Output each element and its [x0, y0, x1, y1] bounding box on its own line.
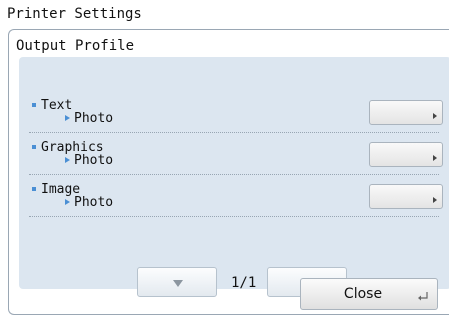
triangle-right-icon: [433, 197, 437, 203]
arrow-right-icon: [65, 157, 70, 163]
setting-value: Photo: [74, 153, 114, 168]
close-button[interactable]: Close: [300, 278, 438, 310]
triangle-right-icon: [433, 113, 437, 119]
text-setting-button[interactable]: [369, 100, 443, 125]
page-indicator: 1/1: [231, 275, 257, 291]
triangle-right-icon: [433, 155, 437, 161]
settings-list: Text Photo Graphics Photo Image Photo 1/…: [19, 57, 449, 297]
bullet-icon: [32, 145, 36, 149]
arrow-right-icon: [65, 199, 70, 205]
setting-row-graphics: Graphics Photo: [19, 139, 449, 181]
triangle-down-icon: [173, 280, 183, 287]
bullet-icon: [32, 103, 36, 107]
image-setting-button[interactable]: [369, 184, 443, 209]
panel-title: Output Profile: [16, 38, 135, 54]
graphics-setting-button[interactable]: [369, 142, 443, 167]
output-profile-panel: Output Profile Text Photo Graphics Photo: [8, 29, 449, 315]
row-divider: [29, 174, 439, 175]
setting-row-image: Image Photo: [19, 181, 449, 223]
bullet-icon: [32, 187, 36, 191]
row-divider: [29, 216, 439, 217]
setting-row-text: Text Photo: [19, 97, 449, 139]
setting-value: Photo: [74, 111, 114, 126]
window-title: Printer Settings: [7, 6, 142, 22]
setting-label: Text: [41, 98, 73, 113]
printer-settings-screen: Printer Settings Output Profile Text Pho…: [0, 0, 449, 318]
enter-icon: [418, 292, 428, 301]
close-label: Close: [343, 286, 383, 302]
page-down-button[interactable]: [137, 267, 217, 297]
arrow-right-icon: [65, 115, 70, 121]
setting-value: Photo: [74, 195, 114, 210]
row-divider: [29, 132, 439, 133]
